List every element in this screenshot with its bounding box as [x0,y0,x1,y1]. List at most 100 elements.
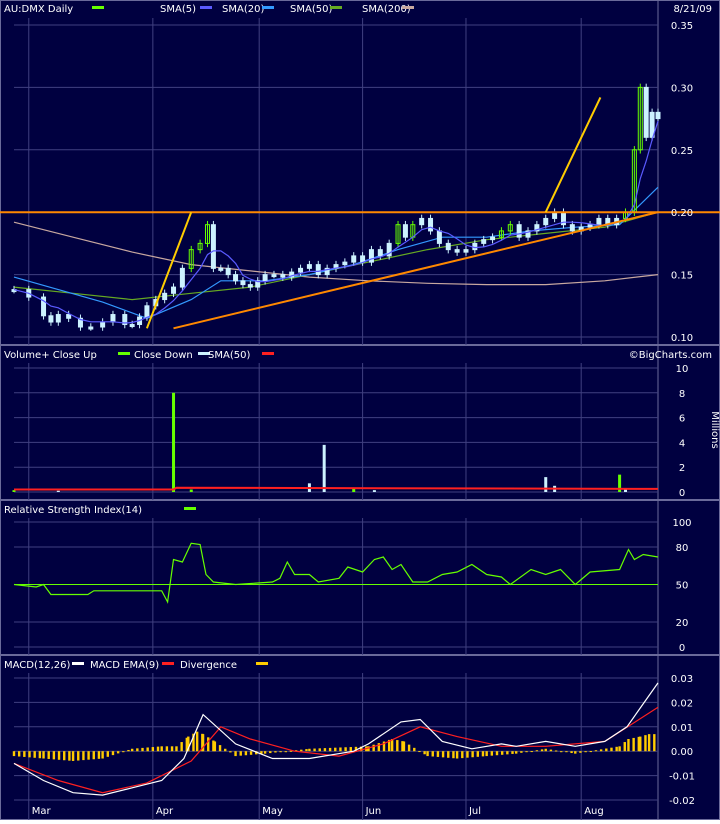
price-candle [419,217,425,226]
macd-divergence-bar [106,751,109,757]
macd-divergence-bar [644,735,647,752]
price-candle [351,255,357,263]
y-tick-label: 0.15 [671,271,693,282]
price-candle [110,314,116,323]
macd-divergence-bar [610,747,613,752]
x-tick-label: Jun [365,806,382,817]
macd-divergence-bar [413,747,416,752]
legend-label-sma50: SMA(50) [290,4,332,15]
macd-divergence-bar [284,751,287,753]
volume-up-swatch [118,352,130,355]
price-candle [280,274,286,278]
macd-divergence-bar [47,751,50,759]
panel-background [0,655,720,820]
macd-divergence-bar [535,750,539,752]
panel-background [0,500,720,655]
y-tick-label: 0.00 [671,747,693,758]
price-candle [218,267,224,271]
macd-divergence-bar [349,747,352,752]
y-tick-label: 0.01 [671,723,693,734]
macd-divergence-bar [249,751,253,755]
price-candle [472,242,478,251]
price-candle [171,286,177,294]
y-tick-label: 80 [676,543,689,554]
macd-divergence-bar [195,731,199,752]
macd-divergence-bar [402,741,406,752]
macd-divergence-bar [471,751,474,758]
macd-divergence-swatch [256,662,268,665]
macd-divergence-bar [431,751,434,757]
macd-divergence-bar [490,751,494,756]
macd-divergence-bar [42,751,45,759]
volume-legend-sma50: SMA(50) [208,350,250,361]
price-candle [463,249,469,253]
price-chart-title: AU:DMX Daily [4,4,73,15]
macd-divergence-bar [574,751,577,754]
price-candle [445,242,451,251]
price-candle [55,314,61,323]
x-tick-label: Apr [156,806,174,817]
macd-divergence-bar [570,751,573,754]
macd-divergence-bar [33,751,36,758]
price-candle [262,274,268,282]
price-candle [368,249,374,263]
price-candle [144,305,150,318]
price-candle [179,267,185,288]
macd-divergence-bar [372,744,375,752]
y-tick-label: 0.35 [671,21,693,32]
macd-legend-ema: MACD EMA(9) [90,660,159,671]
macd-divergence-bar [436,751,440,757]
macd-divergence-bar [520,751,523,753]
y-tick-label: -0.01 [669,772,695,783]
y-tick-label: 0.10 [671,333,693,344]
macd-divergence-bar [476,751,479,757]
macd-divergence-bar [116,751,120,754]
volume-bar [56,490,60,492]
macd-divergence-bar [71,751,75,761]
macd-chart-title: MACD(12,26) [4,660,71,671]
macd-divergence-bar [156,746,160,752]
y-tick-label: 0.02 [671,698,693,709]
macd-divergence-bar [565,751,568,753]
price-candle [454,249,460,253]
macd-divergence-bar [146,747,149,752]
macd-divergence-bar [647,734,651,752]
macd-divergence-bar [63,751,66,761]
price-candle [48,315,54,323]
panel-background [0,0,720,345]
volume-bar [544,477,548,492]
macd-divergence-bar [160,746,163,752]
macd-divergence-bar [627,739,630,752]
macd-divergence-bar [618,746,621,752]
macd-divergence-bar [175,746,178,752]
price-candle [66,314,72,319]
macd-divergence-bar [165,746,169,752]
y-tick-label: 0.20 [671,208,693,219]
price-candle [643,86,649,138]
macd-divergence-bar [130,748,134,752]
y-tick-label: 0 [679,643,685,654]
macd-divergence-bar [38,751,42,759]
macd-divergence-bar [111,751,115,756]
macd-divergence-bar [136,748,139,752]
y-tick-label: -0.02 [669,796,695,807]
macd-divergence-bar [344,747,347,752]
macd-divergence-bar [599,749,603,752]
macd-divergence-bar [560,751,563,753]
macd-divergence-bar [269,751,272,754]
price-candle [569,224,575,232]
macd-divergence-bar [305,749,308,752]
macd-divergence-bar [274,751,277,753]
rsi-legend-swatch [184,507,196,510]
watermark: ©BigCharts.com [629,350,712,361]
macd-divergence-bar [540,749,544,752]
macd-divergence-bar [605,748,608,752]
y-tick-label: 4 [679,438,685,449]
x-tick-label: Aug [584,806,604,817]
macd-divergence-bar [418,751,421,753]
macd-divergence-bar [452,751,455,759]
price-candle [233,274,239,282]
macd-divergence-bar [52,751,56,760]
y-tick-label: 2 [679,463,685,474]
price-candle [298,267,304,273]
